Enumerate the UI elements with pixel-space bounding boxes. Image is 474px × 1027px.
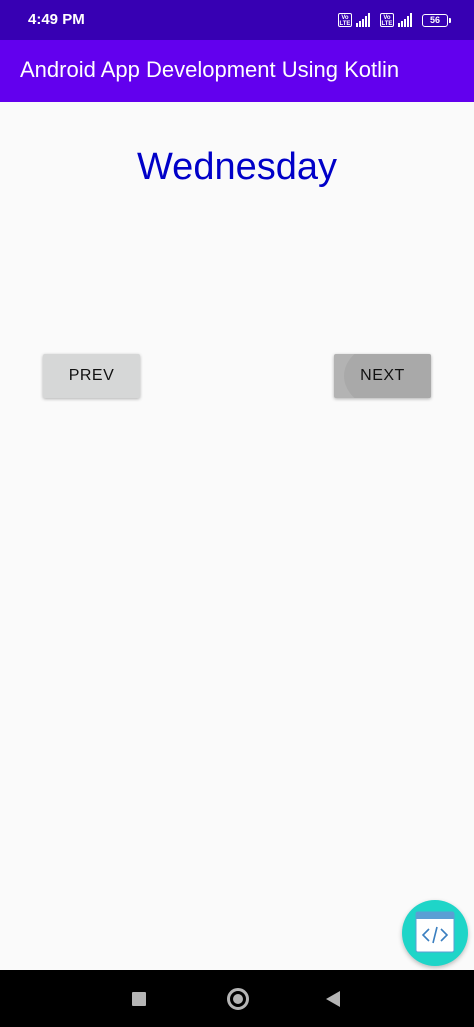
prev-button-label: PREV — [68, 367, 115, 384]
code-fab-button[interactable] — [402, 900, 468, 966]
app-bar: Android App Development Using Kotlin — [0, 40, 474, 102]
status-time: 4:49 PM — [28, 11, 85, 28]
status-bar: 4:49 PM Vo LTE Vo LTE 56 — [0, 0, 474, 40]
status-icons: Vo LTE Vo LTE 56 — [338, 11, 451, 29]
day-text: Wednesday — [137, 146, 337, 188]
app-screen: 4:49 PM Vo LTE Vo LTE 56 Android App Dev… — [0, 0, 474, 1027]
navigation-bar — [0, 970, 474, 1027]
prev-button[interactable]: PREV — [43, 354, 140, 398]
battery-icon: 56 — [422, 13, 451, 27]
home-icon[interactable] — [227, 988, 249, 1010]
next-button-label: NEXT — [360, 367, 405, 384]
signal-icon-2 — [398, 13, 412, 27]
next-button[interactable]: NEXT — [334, 354, 431, 398]
code-icon — [415, 911, 455, 953]
app-title: Android App Development Using Kotlin — [20, 57, 400, 82]
recents-icon[interactable] — [132, 992, 146, 1006]
volte-icon: Vo LTE — [338, 13, 352, 27]
signal-icon — [356, 13, 370, 27]
back-icon[interactable] — [326, 991, 340, 1007]
volte-icon-2: Vo LTE — [380, 13, 394, 27]
